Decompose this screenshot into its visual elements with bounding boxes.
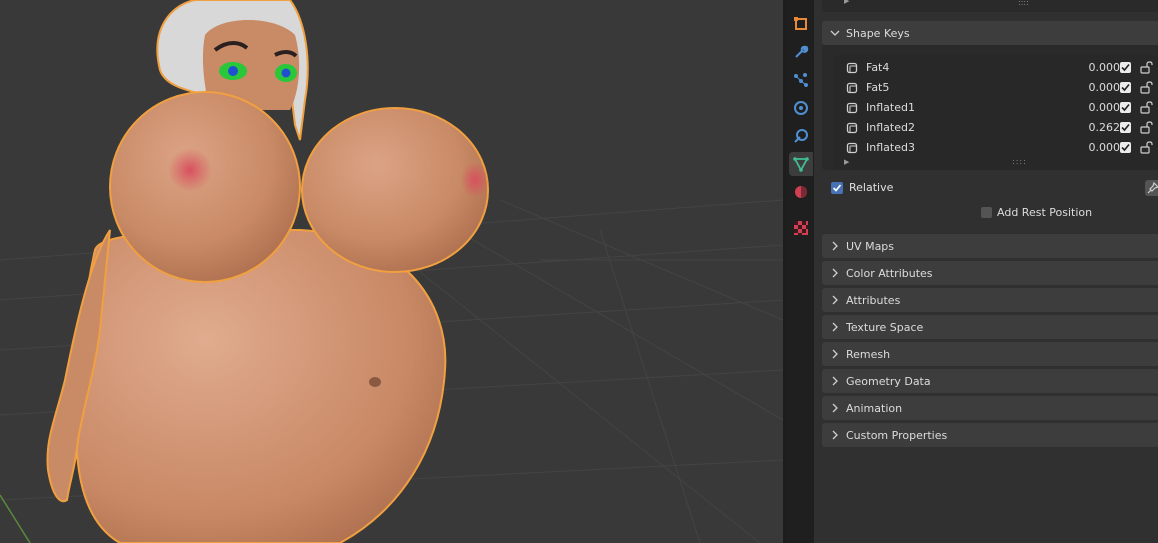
selected-character-mesh — [46, 0, 489, 543]
particles-icon — [794, 73, 808, 87]
shape-key-mute-checkbox[interactable] — [1120, 142, 1131, 153]
pin-icon — [1147, 181, 1158, 194]
y-axis-line — [0, 494, 31, 543]
object-icon — [794, 17, 807, 30]
shape-key-name[interactable]: Fat5 — [866, 81, 889, 94]
checkmark-icon — [1121, 103, 1130, 112]
panel-title: UV Maps — [846, 239, 895, 253]
panel-title: Custom Properties — [846, 428, 948, 442]
unlock-icon[interactable] — [1140, 101, 1154, 114]
shape-key-row[interactable]: Fat5 0.000 — [834, 78, 1158, 98]
properties-tab-bar — [786, 0, 814, 543]
shape-key-row[interactable]: Inflated1 0.000 — [834, 98, 1158, 118]
texture-icon — [794, 221, 808, 235]
list-resize-grip-icon[interactable]: :::: — [1012, 157, 1027, 166]
3d-viewport[interactable] — [0, 0, 783, 543]
tab-physics[interactable] — [789, 96, 813, 120]
add-rest-position-checkbox[interactable] — [981, 207, 992, 218]
unlock-icon[interactable] — [1140, 121, 1154, 134]
shape-key-icon — [846, 82, 858, 94]
relative-checkbox[interactable] — [831, 181, 843, 194]
shape-key-value[interactable]: 0.000 — [1070, 141, 1121, 154]
geometry-data-panel-header[interactable]: Geometry Data — [822, 369, 1158, 393]
tab-texture[interactable] — [789, 216, 813, 240]
resize-grip-icon[interactable]: :::: — [1018, 0, 1029, 7]
shape-key-list[interactable]: Fat4 0.000 Fat5 0.000 Inflated1 0.000 In… — [834, 55, 1158, 170]
shape-key-icon — [846, 102, 858, 114]
shape-key-row[interactable]: Inflated2 0.262 — [834, 118, 1158, 138]
tab-material[interactable] — [789, 180, 813, 204]
panel-title: Remesh — [846, 347, 891, 361]
tab-mesh-data[interactable] — [789, 152, 813, 176]
panel-title: Geometry Data — [846, 374, 931, 388]
custom-properties-panel-header[interactable]: Custom Properties — [822, 423, 1158, 447]
viewport-canvas[interactable] — [0, 0, 783, 543]
shape-key-mute-checkbox[interactable] — [1120, 122, 1131, 133]
mesh-data-icon — [793, 157, 809, 172]
shape-key-row[interactable]: Inflated3 0.000 — [834, 138, 1158, 158]
properties-editor: ▶ :::: Shape Keys Fat4 0.000 Fat5 0.000 … — [814, 0, 1158, 543]
checkmark-icon — [832, 183, 842, 192]
list-expand-arrow-icon[interactable]: ▶ — [844, 158, 849, 166]
uv-maps-panel-header[interactable]: UV Maps — [822, 234, 1158, 258]
shape-keys-panel-header[interactable]: Shape Keys — [822, 21, 1158, 45]
tab-modifiers[interactable] — [789, 40, 813, 64]
shape-key-value[interactable]: 0.000 — [1070, 81, 1121, 94]
physics-icon — [794, 101, 808, 115]
shape-key-name[interactable]: Inflated3 — [866, 141, 915, 154]
checkmark-icon — [1121, 83, 1130, 92]
chevron-right-icon — [832, 295, 838, 305]
shape-key-mute-checkbox[interactable] — [1120, 62, 1131, 73]
shape-key-icon — [846, 62, 858, 74]
panel-title: Color Attributes — [846, 266, 933, 280]
tab-object[interactable] — [789, 12, 813, 36]
checkmark-icon — [1121, 63, 1130, 72]
chevron-right-icon — [832, 403, 838, 413]
chevron-right-icon — [832, 322, 838, 332]
attributes-panel-header[interactable]: Attributes — [822, 288, 1158, 312]
constraints-icon — [794, 129, 808, 143]
add-rest-position-label: Add Rest Position — [997, 206, 1093, 219]
tab-particles[interactable] — [789, 68, 813, 92]
animation-panel-header[interactable]: Animation — [822, 396, 1158, 420]
texture-space-panel-header[interactable]: Texture Space — [822, 315, 1158, 339]
unlock-icon[interactable] — [1140, 141, 1154, 154]
shape-key-mute-checkbox[interactable] — [1120, 102, 1131, 113]
chevron-down-icon — [830, 30, 840, 36]
pin-button[interactable] — [1145, 180, 1158, 196]
shape-key-icon — [846, 142, 858, 154]
shape-key-value[interactable]: 0.000 — [1070, 61, 1121, 74]
add-rest-position-option[interactable]: Add Rest Position — [981, 206, 1092, 219]
expand-arrow-icon[interactable]: ▶ — [844, 0, 849, 5]
tab-constraints[interactable] — [789, 124, 813, 148]
panel-title: Texture Space — [846, 320, 924, 334]
unlock-icon[interactable] — [1140, 81, 1154, 94]
panel-title: Animation — [846, 401, 903, 415]
panel-title: Attributes — [846, 293, 901, 307]
color-attributes-panel-header[interactable]: Color Attributes — [822, 261, 1158, 285]
chevron-right-icon — [832, 241, 838, 251]
shape-key-name[interactable]: Inflated1 — [866, 101, 915, 114]
shape-key-row[interactable]: Fat4 0.000 — [834, 58, 1158, 78]
shape-keys-title: Shape Keys — [846, 26, 910, 40]
shape-key-mute-checkbox[interactable] — [1120, 82, 1131, 93]
shape-key-name[interactable]: Fat4 — [866, 61, 889, 74]
checkmark-icon — [1121, 143, 1130, 152]
chevron-right-icon — [832, 376, 838, 386]
material-icon — [795, 186, 807, 198]
unlock-icon[interactable] — [1140, 61, 1154, 74]
relative-label: Relative — [849, 181, 894, 194]
shape-key-name[interactable]: Inflated2 — [866, 121, 915, 134]
chevron-right-icon — [832, 430, 838, 440]
shape-key-value[interactable]: 0.262 — [1070, 121, 1121, 134]
shape-key-value[interactable]: 0.000 — [1070, 101, 1121, 114]
relative-option[interactable]: Relative — [831, 181, 893, 194]
chevron-right-icon — [832, 349, 838, 359]
remesh-panel-header[interactable]: Remesh — [822, 342, 1158, 366]
shape-key-icon — [846, 122, 858, 134]
modifier-wrench-icon — [795, 45, 809, 58]
previous-panel-bottom: ▶ :::: — [822, 0, 1158, 12]
chevron-right-icon — [832, 268, 838, 278]
checkmark-icon — [1121, 123, 1130, 132]
